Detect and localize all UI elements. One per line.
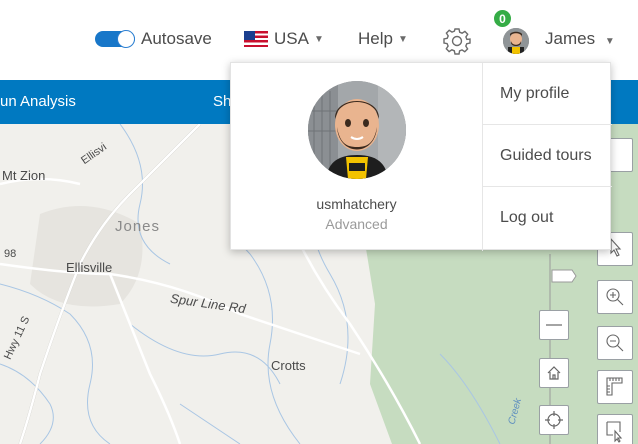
- chevron-down-icon: ▼: [397, 33, 408, 45]
- map-label: Mt Zion: [2, 168, 46, 183]
- home-icon: [547, 366, 561, 380]
- profile-card: usmhatchery Advanced: [231, 63, 482, 251]
- user-avatar-button[interactable]: 0: [492, 8, 542, 54]
- map-label: Ellisville: [66, 260, 113, 275]
- route-shield-icon: [551, 269, 577, 283]
- chevron-down-icon: ▼: [313, 33, 324, 45]
- tab-show[interactable]: Sh: [213, 93, 231, 110]
- autosave-toggle[interactable]: Autosave: [95, 26, 212, 52]
- select-area-button[interactable]: [597, 414, 633, 444]
- autosave-label: Autosave: [141, 29, 212, 48]
- zoom-in-button[interactable]: [597, 280, 633, 314]
- user-name: James: [545, 29, 596, 48]
- profile-level: Advanced: [325, 216, 388, 232]
- profile-username: usmhatchery: [316, 196, 397, 212]
- profile-dropdown: usmhatchery Advanced My profile Guided t…: [230, 62, 612, 251]
- menu-item-guided-tours[interactable]: Guided tours: [483, 125, 612, 187]
- map-label: 98: [4, 248, 17, 260]
- zoom-out-button[interactable]: [597, 326, 633, 360]
- profile-menu-list: My profile Guided tours Log out: [482, 63, 612, 251]
- notification-badge[interactable]: 0: [492, 8, 513, 29]
- user-menu[interactable]: James ▼: [545, 29, 615, 49]
- measure-button[interactable]: [597, 370, 633, 404]
- map-label: Crotts: [271, 358, 306, 373]
- country-label: USA: [274, 29, 309, 48]
- help-menu[interactable]: Help ▼: [358, 26, 408, 52]
- crosshair-icon: [545, 411, 563, 429]
- map-label: Jones: [115, 218, 161, 235]
- toggle-switch[interactable]: [95, 30, 135, 48]
- home-button[interactable]: [539, 358, 569, 388]
- measure-icon: [606, 377, 623, 396]
- profile-avatar: [308, 81, 406, 179]
- menu-item-log-out[interactable]: Log out: [483, 187, 612, 249]
- zoom-in-icon: [606, 288, 624, 306]
- avatar: [503, 28, 529, 54]
- toggle-knob: [117, 30, 135, 48]
- tab-run-analysis[interactable]: un Analysis: [0, 93, 76, 110]
- chevron-down-icon: ▼: [604, 36, 615, 47]
- help-label: Help: [358, 29, 393, 48]
- zoom-out-icon: [606, 334, 624, 352]
- gear-icon[interactable]: [443, 27, 471, 55]
- locate-button[interactable]: [539, 405, 569, 435]
- country-selector[interactable]: USA ▼: [244, 26, 324, 52]
- zoom-out-line-button[interactable]: [539, 310, 569, 340]
- menu-item-my-profile[interactable]: My profile: [483, 63, 612, 125]
- select-area-icon: [606, 421, 623, 443]
- usa-flag-icon: [244, 31, 268, 47]
